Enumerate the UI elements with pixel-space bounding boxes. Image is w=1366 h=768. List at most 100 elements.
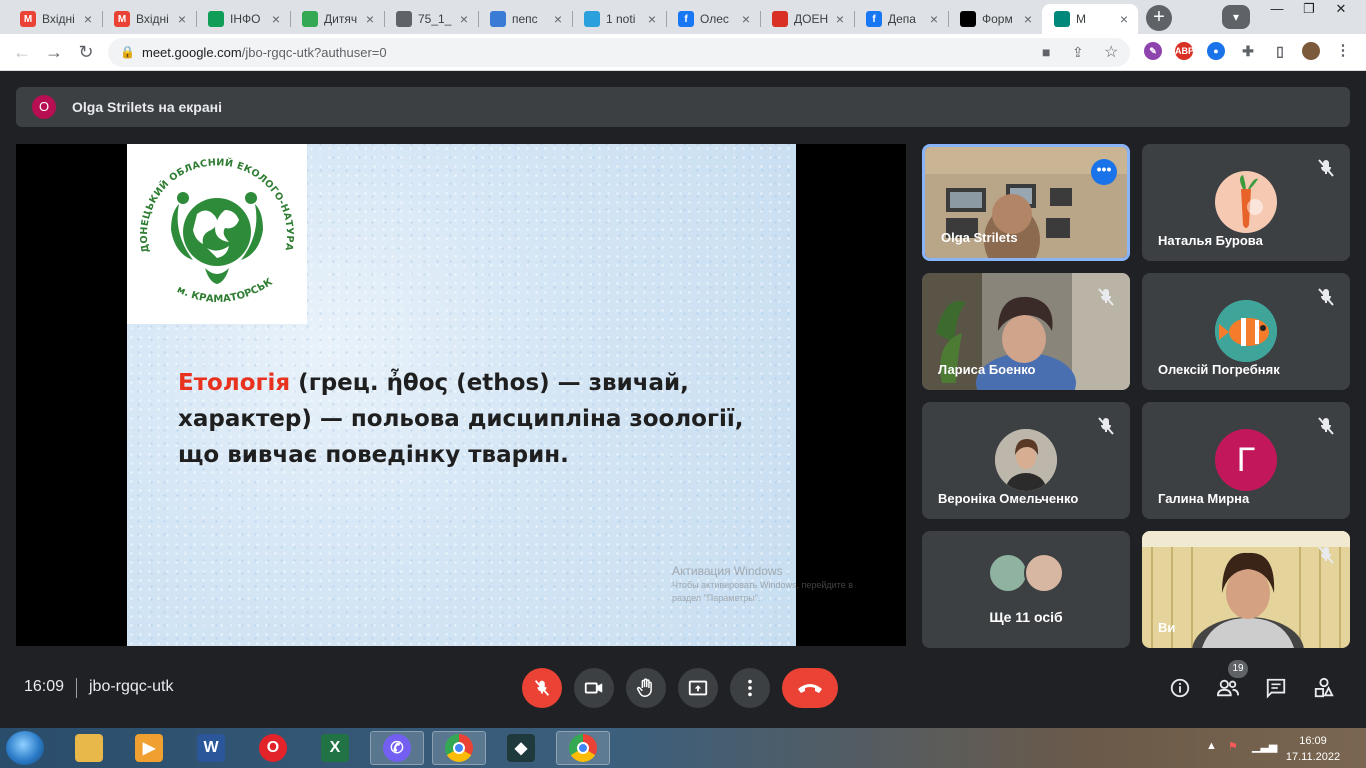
- taskbar-excel[interactable]: X: [308, 731, 362, 765]
- mic-off-icon: [1318, 417, 1334, 435]
- close-tab-icon[interactable]: ×: [456, 11, 472, 27]
- presenter-text: Olga Strilets на екрані: [72, 99, 222, 115]
- close-tab-icon[interactable]: ×: [550, 11, 566, 27]
- close-tab-icon[interactable]: ×: [644, 11, 660, 27]
- taskbar-word[interactable]: W: [184, 731, 238, 765]
- tab-title: Вхідні: [136, 12, 169, 26]
- tab-search-button[interactable]: ▾: [1222, 5, 1250, 29]
- browser-tab[interactable]: M Вхідні ×: [102, 4, 196, 34]
- close-tab-icon[interactable]: ×: [80, 11, 96, 27]
- back-button[interactable]: ←: [10, 42, 34, 64]
- browser-tab[interactable]: f Депа ×: [854, 4, 948, 34]
- browser-tab[interactable]: М ×: [1042, 4, 1138, 34]
- share-icon[interactable]: ⇪: [1072, 44, 1084, 61]
- close-tab-icon[interactable]: ×: [832, 11, 848, 27]
- close-tab-icon[interactable]: ×: [738, 11, 754, 27]
- side-panel-icon[interactable]: ▯: [1271, 42, 1289, 60]
- signal-icon[interactable]: ▁▃▅: [1252, 740, 1277, 753]
- close-tab-icon[interactable]: ×: [174, 11, 190, 27]
- browser-tab[interactable]: 75_1_ ×: [384, 4, 478, 34]
- media-player-icon: ▶: [135, 734, 163, 762]
- reload-button[interactable]: ↻: [74, 42, 98, 64]
- close-tab-icon[interactable]: ×: [362, 11, 378, 27]
- system-clock[interactable]: 16:09 17.11.2022: [1282, 733, 1344, 765]
- close-tab-icon[interactable]: ×: [1116, 11, 1132, 27]
- browser-tab[interactable]: f Олес ×: [666, 4, 760, 34]
- start-button[interactable]: [6, 731, 44, 765]
- extension-circle-icon[interactable]: ●: [1207, 42, 1225, 60]
- tab-title: ІНФО: [230, 12, 261, 26]
- participant-tile-halyna[interactable]: Г Галина Мирна: [1142, 402, 1350, 519]
- address-bar[interactable]: 🔒 meet.google.com/jbo-rgqc-utk?authuser=…: [108, 38, 1130, 67]
- present-screen-button[interactable]: [678, 668, 718, 708]
- close-tab-icon[interactable]: ×: [926, 11, 942, 27]
- taskbar-chrome[interactable]: [432, 731, 486, 765]
- word-icon: W: [197, 734, 225, 762]
- browser-tab[interactable]: ДОЕН ×: [760, 4, 854, 34]
- leaf-icon: [302, 11, 318, 27]
- tab-title: М: [1076, 12, 1086, 26]
- participant-tile-larysa[interactable]: Лариса Боенко: [922, 273, 1130, 390]
- tab-separator: [102, 11, 103, 27]
- forward-button[interactable]: →: [42, 42, 66, 64]
- browser-tab[interactable]: M Вхідні ×: [8, 4, 102, 34]
- mic-off-icon: [1318, 159, 1334, 177]
- close-window-button[interactable]: ✕: [1326, 0, 1356, 20]
- tray-expand-icon[interactable]: ▲: [1206, 740, 1217, 752]
- camera-toggle-button[interactable]: [574, 668, 614, 708]
- camera-blocked-icon[interactable]: ■: [1042, 44, 1050, 60]
- mic-toggle-button[interactable]: [522, 668, 562, 708]
- browser-tab[interactable]: ІНФО ×: [196, 4, 290, 34]
- browser-tab[interactable]: Форм ×: [948, 4, 1042, 34]
- more-options-button[interactable]: [730, 668, 770, 708]
- browser-tab[interactable]: Дитяч ×: [290, 4, 384, 34]
- mic-off-icon: [1098, 288, 1114, 306]
- browser-tab[interactable]: 1 noti ×: [572, 4, 666, 34]
- profile-avatar-icon[interactable]: [1302, 42, 1320, 60]
- chrome-icon: [445, 734, 473, 762]
- tab-separator: [196, 11, 197, 27]
- network-warning-icon[interactable]: ⚑: [1228, 740, 1238, 753]
- slide-line-1: Етологія (грец. ἦθος (ethos) — звичай,: [178, 370, 689, 396]
- activities-button[interactable]: [1312, 676, 1336, 700]
- taskbar-filmora[interactable]: ◆: [494, 731, 548, 765]
- close-tab-icon[interactable]: ×: [268, 11, 284, 27]
- participant-tile-olga[interactable]: ••• Olga Strilets: [922, 144, 1130, 261]
- raise-hand-button[interactable]: [626, 668, 666, 708]
- hang-up-icon: [798, 684, 822, 693]
- participant-tile-veronika[interactable]: Вероніка Омельченко: [922, 402, 1130, 519]
- adblock-extension-icon[interactable]: ABP: [1175, 42, 1194, 60]
- meeting-details-button[interactable]: [1168, 676, 1192, 700]
- tab-title: пепс: [512, 12, 538, 26]
- viber-icon: ✆: [383, 734, 411, 762]
- participant-tile-oleksii[interactable]: Олексій Погребняк: [1142, 273, 1350, 390]
- chat-button[interactable]: [1264, 676, 1288, 700]
- info-icon: [1170, 678, 1190, 698]
- lock-icon: 🔒: [120, 45, 135, 59]
- minimize-button[interactable]: —: [1262, 0, 1292, 20]
- restore-button[interactable]: ❐: [1294, 0, 1324, 20]
- people-button[interactable]: [1216, 676, 1240, 700]
- taskbar-explorer[interactable]: [62, 731, 116, 765]
- browser-tab[interactable]: пепс ×: [478, 4, 572, 34]
- extensions-puzzle-icon[interactable]: ✚: [1239, 42, 1257, 60]
- leave-call-button[interactable]: [782, 668, 838, 708]
- taskbar-opera[interactable]: O: [246, 731, 300, 765]
- pen-extension-icon[interactable]: ✎: [1144, 42, 1162, 60]
- chrome-menu-icon[interactable]: ⋮: [1334, 42, 1352, 60]
- close-tab-icon[interactable]: ×: [1020, 11, 1036, 27]
- bookmark-star-icon[interactable]: ☆: [1104, 42, 1118, 62]
- taskbar-viber[interactable]: ✆: [370, 731, 424, 765]
- tab-separator: [666, 11, 667, 27]
- new-tab-button[interactable]: +: [1146, 5, 1172, 31]
- participant-tile-others[interactable]: Ще 11 осіб: [922, 531, 1130, 648]
- taskbar-chrome-profile[interactable]: [556, 731, 610, 765]
- taskbar-media-player[interactable]: ▶: [122, 731, 176, 765]
- tab-title: Дитяч: [324, 12, 358, 26]
- user-photo-avatar: [995, 429, 1057, 491]
- participant-tile-self[interactable]: Ви: [1142, 531, 1350, 648]
- more-options-icon[interactable]: •••: [1091, 159, 1117, 185]
- filmora-icon: ◆: [507, 734, 535, 762]
- link-icon: [396, 11, 412, 27]
- participant-tile-natalia[interactable]: Наталья Бурова: [1142, 144, 1350, 261]
